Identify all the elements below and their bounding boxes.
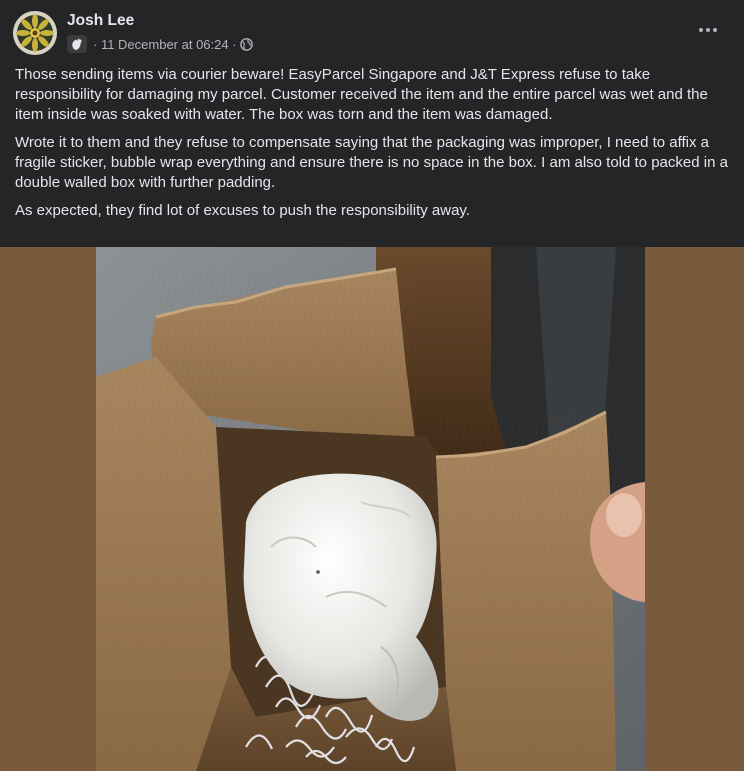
more-options-icon[interactable] [696, 20, 720, 40]
post-header: Josh Lee · 11 December at 06:24 · [0, 0, 744, 62]
post-photo[interactable] [96, 247, 645, 771]
post-paragraph: Wrote it to them and they refuse to comp… [15, 134, 728, 191]
post-paragraph: Those sending items via courier beware! … [15, 66, 708, 123]
post-meta: · 11 December at 06:24 · [67, 34, 253, 54]
post-text: Those sending items via courier beware! … [15, 65, 731, 229]
wave-hand-icon[interactable] [67, 35, 87, 53]
globe-icon[interactable] [239, 37, 253, 51]
avatar[interactable] [13, 11, 57, 55]
post-photo-container[interactable] [0, 247, 744, 771]
post-paragraph: As expected, they find lot of excuses to… [15, 202, 470, 219]
facebook-post: Josh Lee · 11 December at 06:24 · Those … [0, 0, 744, 771]
post-timestamp[interactable]: · 11 December at 06:24 · [93, 37, 237, 52]
author-name[interactable]: Josh Lee [67, 12, 134, 30]
